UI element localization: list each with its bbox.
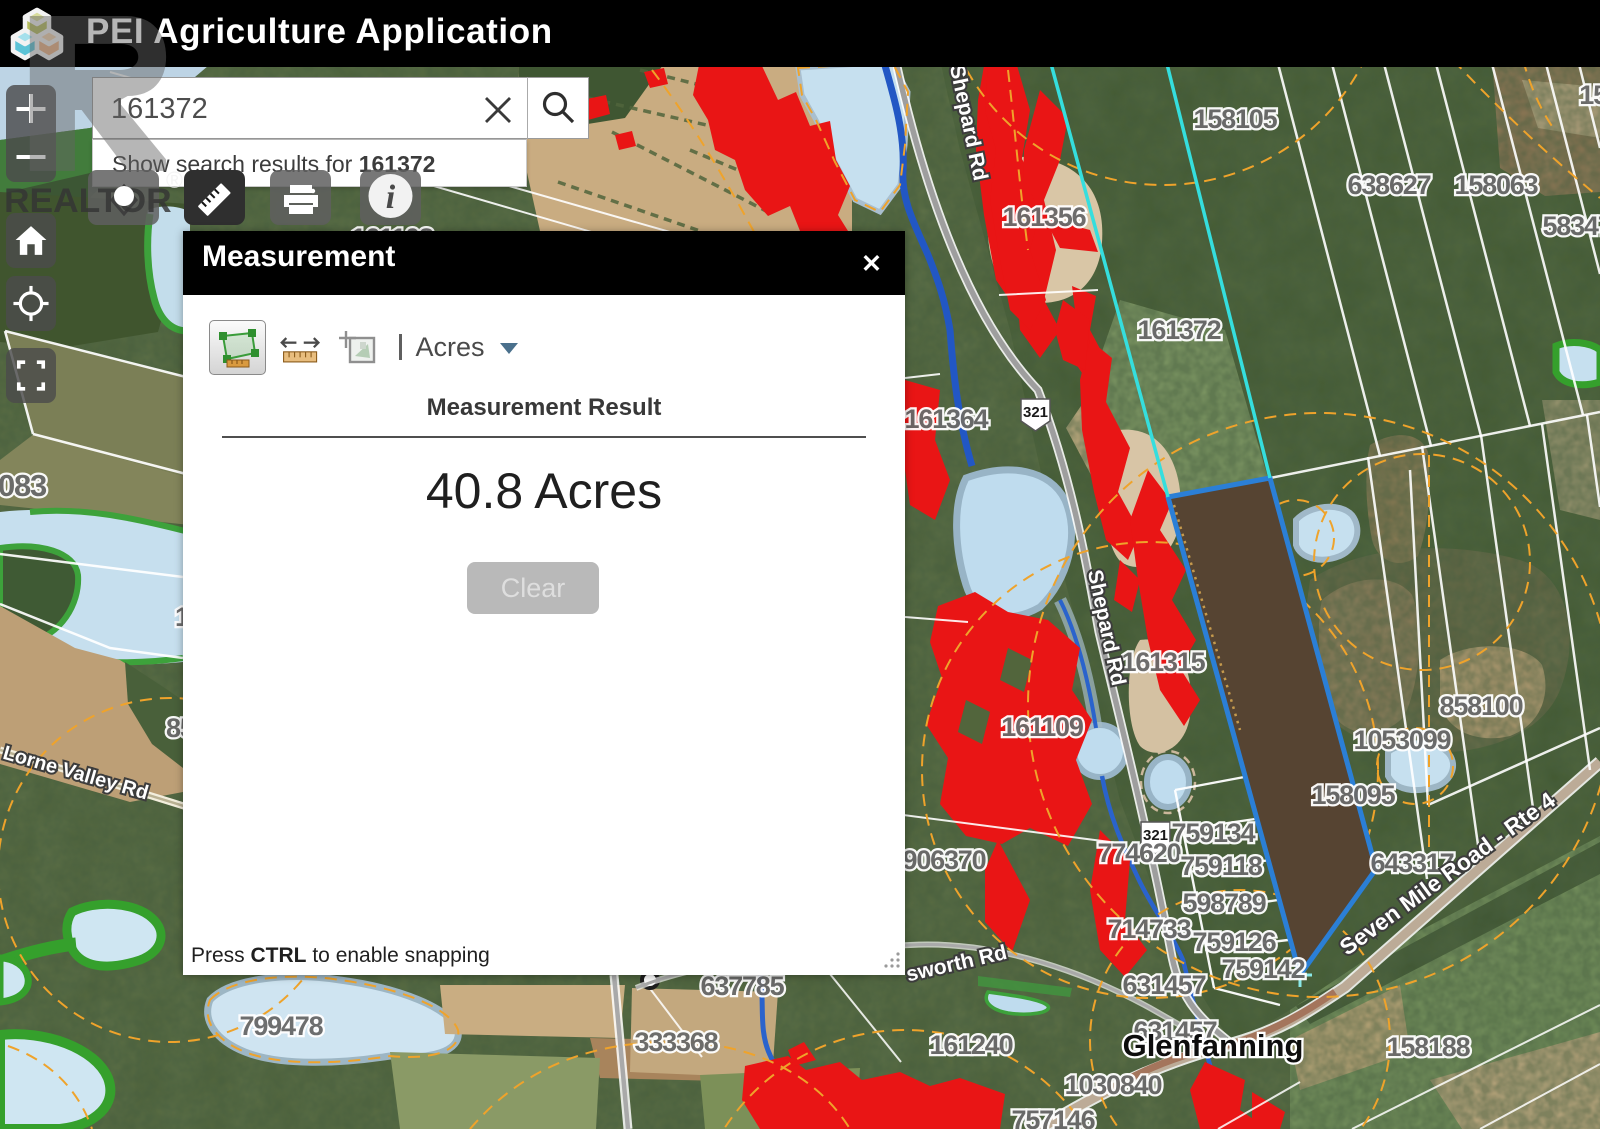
svg-text:714733: 714733 xyxy=(1108,914,1192,944)
svg-text:58347: 58347 xyxy=(1542,211,1600,241)
svg-text:858100: 858100 xyxy=(1440,691,1523,721)
svg-text:161372: 161372 xyxy=(1138,315,1221,345)
svg-text:158095: 158095 xyxy=(1312,780,1396,810)
svg-text:759126: 759126 xyxy=(1193,927,1277,957)
svg-text:906370: 906370 xyxy=(903,845,986,875)
svg-text:759142: 759142 xyxy=(1222,954,1305,984)
svg-text:321: 321 xyxy=(1023,404,1048,421)
svg-text:774620: 774620 xyxy=(1098,838,1181,868)
svg-text:161240: 161240 xyxy=(930,1030,1013,1060)
svg-text:1053099: 1053099 xyxy=(1354,725,1452,755)
svg-text:158188: 158188 xyxy=(1387,1032,1471,1062)
svg-text:757146: 757146 xyxy=(1012,1105,1096,1129)
svg-text:Glenfanning: Glenfanning xyxy=(1123,1028,1304,1063)
svg-text:161315: 161315 xyxy=(1122,647,1206,677)
svg-text:083: 083 xyxy=(0,468,47,503)
svg-text:759134: 759134 xyxy=(1172,818,1256,848)
svg-text:631457: 631457 xyxy=(1123,970,1206,1000)
svg-text:i: i xyxy=(386,179,396,216)
svg-text:161109: 161109 xyxy=(1001,712,1084,742)
svg-text:637785: 637785 xyxy=(701,971,785,1001)
svg-text:158063: 158063 xyxy=(1455,170,1539,200)
svg-text:638627: 638627 xyxy=(1348,170,1431,200)
svg-text:161364: 161364 xyxy=(905,404,989,434)
svg-text:158: 158 xyxy=(1579,80,1600,110)
svg-text:161356: 161356 xyxy=(1003,202,1087,232)
svg-text:598789: 598789 xyxy=(1183,888,1267,918)
svg-text:759118: 759118 xyxy=(1180,851,1263,881)
svg-text:333368: 333368 xyxy=(635,1027,719,1057)
svg-text:1030840: 1030840 xyxy=(1065,1070,1162,1100)
svg-text:158105: 158105 xyxy=(1194,104,1278,134)
svg-text:799478: 799478 xyxy=(240,1011,324,1041)
